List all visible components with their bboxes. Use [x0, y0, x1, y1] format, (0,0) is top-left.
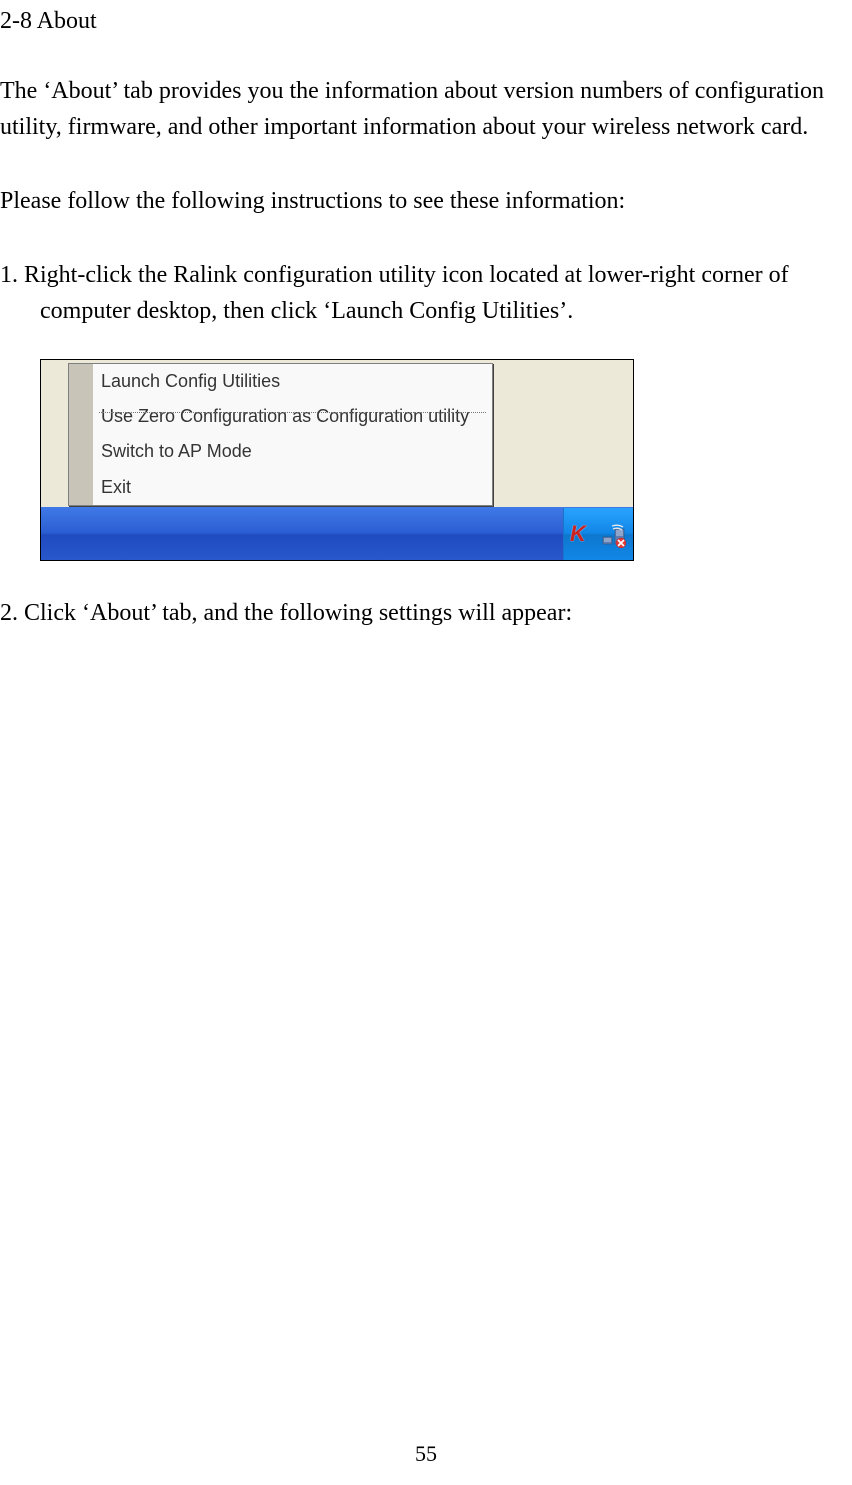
step-1-text: Right-click the Ralink configuration uti… [24, 262, 789, 324]
intro-paragraph: The ‘About’ tab provides you the informa… [0, 73, 850, 145]
step-1: 1. Right-click the Ralink configuration … [0, 257, 850, 329]
instructions-paragraph: Please follow the following instructions… [0, 183, 850, 219]
antivirus-tray-icon[interactable]: K [570, 521, 597, 548]
page-number: 55 [0, 1441, 852, 1467]
step-list: 1. Right-click the Ralink configuration … [0, 257, 850, 329]
menu-item-switch-ap-mode[interactable]: Switch to AP Mode [69, 434, 492, 469]
step-1-number: 1. [0, 262, 18, 288]
menu-dotted-underline [99, 412, 486, 413]
menu-item-exit[interactable]: Exit [69, 470, 492, 505]
taskbar: K [41, 507, 633, 560]
section-title: 2-8 About [0, 8, 850, 35]
menu-item-launch-config[interactable]: Launch Config Utilities [69, 364, 492, 399]
context-menu: Launch Config Utilities Use Zero Configu… [68, 363, 493, 506]
system-tray: K [563, 508, 633, 560]
step-2: 2. Click ‘About’ tab, and the following … [0, 595, 850, 631]
menu-item-use-zero-config[interactable]: Use Zero Configuration as Configuration … [69, 399, 492, 434]
screenshot-context-menu: Launch Config Utilities Use Zero Configu… [40, 359, 634, 561]
wireless-tray-icon[interactable] [600, 521, 627, 548]
